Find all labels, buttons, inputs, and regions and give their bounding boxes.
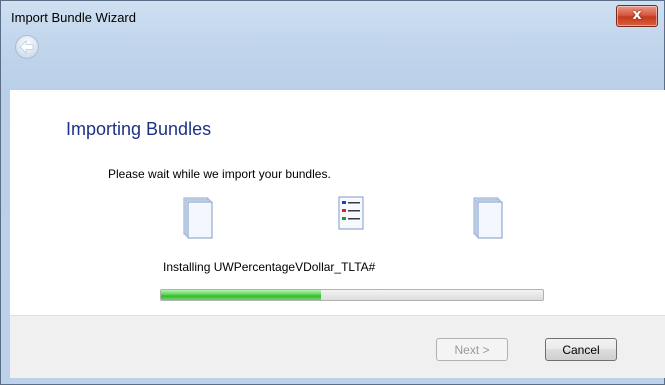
- wizard-footer: Next > Cancel: [10, 315, 665, 378]
- progress-fill: [161, 290, 322, 300]
- document-icon: [183, 197, 213, 239]
- page-description: Please wait while we import your bundles…: [108, 167, 331, 181]
- page-title: Importing Bundles: [66, 119, 212, 139]
- cancel-button[interactable]: Cancel: [545, 338, 617, 361]
- wizard-window: Import Bundle Wizard x Importing Bundles…: [0, 0, 665, 385]
- next-button[interactable]: Next >: [436, 338, 508, 361]
- back-arrow-icon: [15, 35, 39, 59]
- window-title: Import Bundle Wizard: [11, 10, 136, 25]
- close-icon: x: [632, 7, 642, 23]
- checklist-icon: [338, 196, 364, 230]
- status-text: Installing UWPercentageVDollar_TLTA#: [163, 260, 376, 274]
- progress-bar: [160, 289, 544, 301]
- wizard-content: Importing Bundles Please wait while we i…: [10, 90, 665, 315]
- back-button[interactable]: [14, 34, 40, 60]
- document-icon: [473, 197, 503, 239]
- title-bar: Import Bundle Wizard x: [1, 1, 664, 63]
- close-button[interactable]: x: [616, 5, 658, 27]
